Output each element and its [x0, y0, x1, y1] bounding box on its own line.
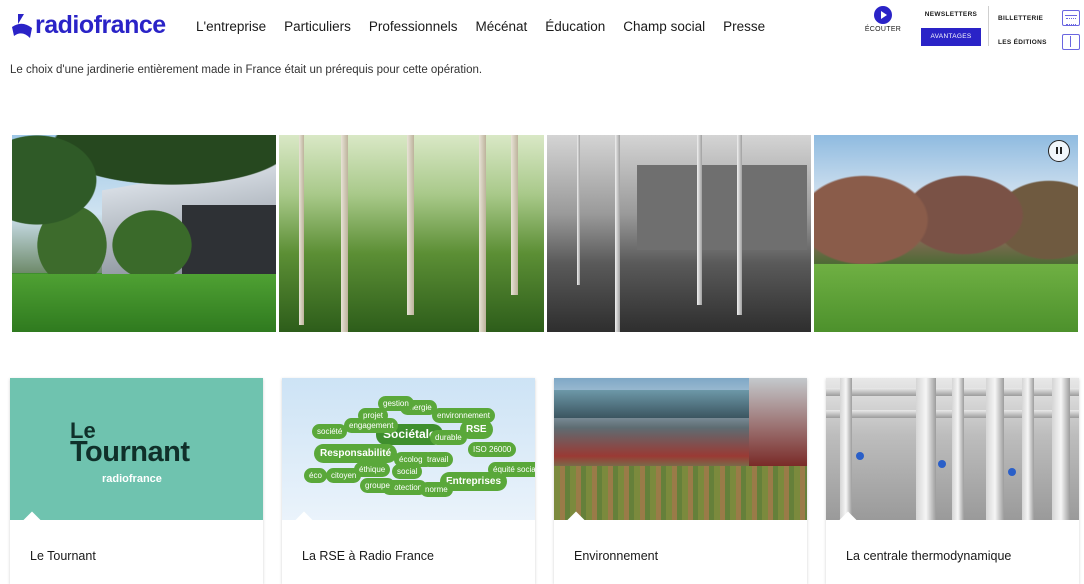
card-environnement[interactable]: Environnement — [554, 378, 807, 584]
header-tools: NEWSLETTERS AVANTAGES — [918, 8, 984, 46]
photo-valve — [1008, 468, 1016, 476]
gallery-caption: Le choix d'une jardinerie entièrement ma… — [10, 64, 483, 76]
wordcloud-word: éthique — [354, 462, 391, 477]
wordcloud-word: éco — [304, 468, 327, 483]
card-image-rse-wordcloud: Sociétale Responsabilité RSE Entreprises… — [282, 378, 535, 520]
wordcloud-word: ISO 26000 — [468, 442, 517, 457]
photo-valve — [938, 460, 946, 468]
wordcloud-word: environnement — [432, 408, 495, 423]
card-title: La RSE à Radio France — [302, 549, 435, 563]
header-divider — [988, 6, 989, 46]
wordcloud-word: équité sociale — [488, 462, 535, 477]
photo-canopy — [813, 165, 1078, 265]
calendar-icon — [1062, 10, 1080, 26]
wordcloud-word: groupe — [360, 478, 395, 493]
site-header: radiofrance L'entreprise Particuliers Pr… — [0, 0, 1084, 56]
gallery-photo-birch-garden — [279, 135, 544, 332]
photo-pipe — [1052, 378, 1070, 520]
radiofrance-logo-icon — [12, 14, 32, 38]
photo-pipe — [916, 378, 936, 520]
gallery-photo-park — [813, 135, 1078, 332]
play-icon — [874, 6, 892, 24]
card-image-le-tournant: Le Tournant radiofrance — [10, 378, 263, 520]
pause-icon[interactable] — [1048, 140, 1070, 162]
radiofrance-logo[interactable]: radiofrance — [10, 10, 166, 40]
logo-text: radiofrance — [35, 11, 166, 39]
header-right-links: BILLETTERIE LES ÉDITIONS — [998, 8, 1080, 56]
photo-green-roof — [554, 466, 807, 520]
photo-trunk — [299, 135, 305, 325]
nav-item-professionnels[interactable]: Professionnels — [369, 18, 458, 36]
photo-trunk — [576, 135, 580, 285]
wordcloud-word: social — [392, 464, 423, 479]
nav-item-champ-social[interactable]: Champ social — [623, 18, 705, 36]
photo-pipe — [1022, 378, 1034, 520]
card-title: Le Tournant — [30, 549, 96, 563]
wordcloud-word: société — [312, 424, 348, 439]
nav-item-particuliers[interactable]: Particuliers — [284, 18, 351, 36]
tournant-title-text: Tournant — [70, 436, 190, 468]
photo-footbridge — [554, 390, 754, 418]
avantages-button[interactable]: AVANTAGES — [921, 28, 981, 46]
card-title: Environnement — [574, 549, 659, 563]
card-image-pipes — [826, 378, 1079, 520]
newsletters-link[interactable]: NEWSLETTERS — [918, 8, 984, 22]
nav-item-education[interactable]: Éducation — [545, 18, 605, 36]
editions-link[interactable]: LES ÉDITIONS — [998, 32, 1080, 52]
photo-trunk — [479, 135, 487, 332]
wordcloud-word: durable — [430, 430, 467, 445]
photo-pipe — [986, 378, 1004, 520]
main-nav: L'entreprise Particuliers Professionnels… — [196, 18, 765, 36]
photo-pipe — [952, 378, 964, 520]
billetterie-link[interactable]: BILLETTERIE — [998, 8, 1080, 28]
wordcloud-word: Responsabilité — [314, 444, 398, 463]
photo-lawn — [813, 264, 1078, 332]
card-title: La centrale thermodynamique — [846, 549, 1012, 563]
gallery-photo-maison-de-la-radio — [12, 135, 277, 332]
card-image-green-roof — [554, 378, 807, 520]
photo-grass — [12, 274, 277, 332]
photo-gallery[interactable] — [12, 135, 1078, 332]
photo-trees — [12, 135, 277, 275]
photo-building — [636, 165, 807, 250]
related-cards: Le Tournant radiofrance Le Tournant Soci… — [10, 378, 1080, 584]
tournant-brand-text: radiofrance — [102, 473, 162, 485]
photo-building — [749, 378, 807, 466]
wordcloud-word: travail — [422, 452, 454, 467]
billetterie-label: BILLETTERIE — [998, 14, 1044, 22]
editions-label: LES ÉDITIONS — [998, 38, 1047, 46]
photo-valve — [856, 452, 864, 460]
card-le-tournant[interactable]: Le Tournant radiofrance Le Tournant — [10, 378, 263, 584]
photo-trunk — [696, 135, 702, 305]
card-centrale-thermodynamique[interactable]: La centrale thermodynamique — [826, 378, 1079, 584]
photo-trunk — [614, 135, 620, 332]
listen-button[interactable]: ÉCOUTER — [862, 6, 904, 33]
book-icon — [1062, 34, 1080, 50]
wordcloud-word: norme — [420, 482, 453, 497]
card-rse[interactable]: Sociétale Responsabilité RSE Entreprises… — [282, 378, 535, 584]
wordcloud-word: projet — [358, 408, 389, 423]
photo-pipe — [840, 378, 852, 520]
nav-item-mecenat[interactable]: Mécénat — [475, 18, 527, 36]
photo-trunk — [341, 135, 349, 332]
photo-trunk — [511, 135, 519, 295]
photo-trunk — [736, 135, 742, 315]
gallery-photo-garden-bw — [546, 135, 811, 332]
nav-item-entreprise[interactable]: L'entreprise — [196, 18, 266, 36]
listen-label: ÉCOUTER — [864, 26, 902, 33]
photo-trunk — [407, 135, 415, 315]
nav-item-presse[interactable]: Presse — [723, 18, 765, 36]
